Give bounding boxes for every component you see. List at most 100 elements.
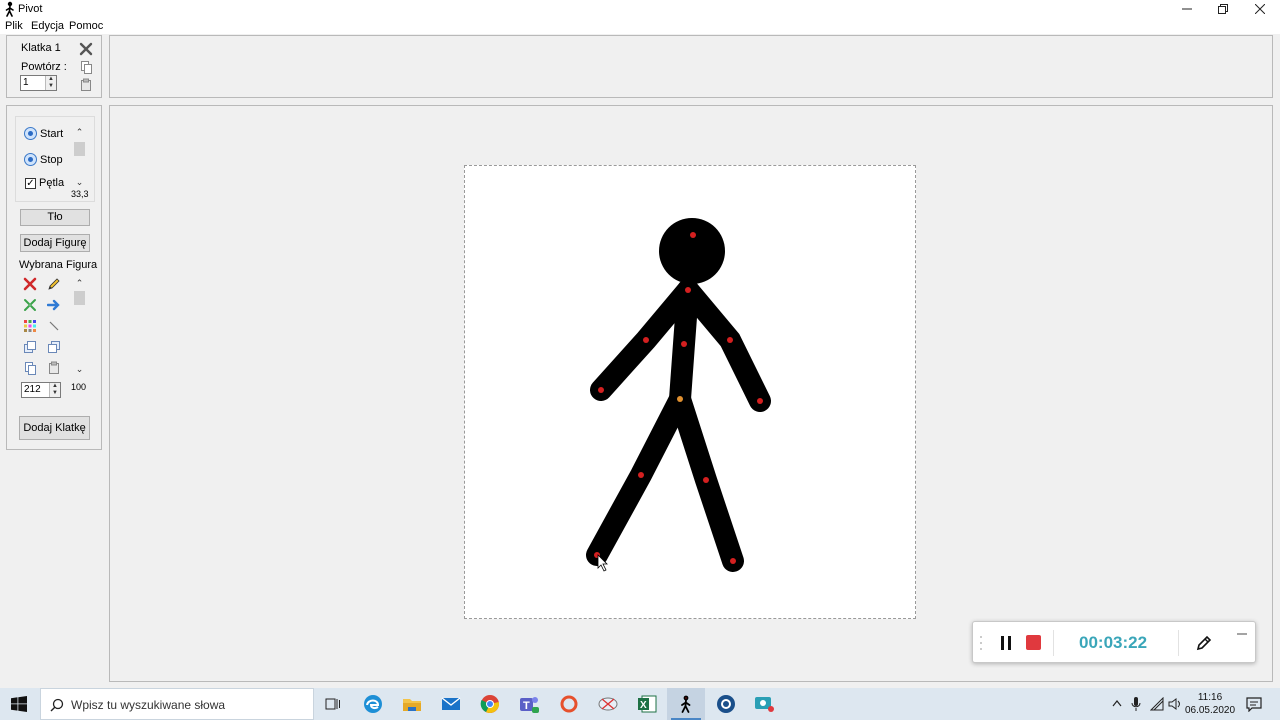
taskbar-file-explorer[interactable] <box>393 688 431 720</box>
joint-handle[interactable] <box>638 472 644 478</box>
origin-handle[interactable] <box>677 396 683 402</box>
system-clock[interactable]: 11:16 06.05.2020 <box>1183 691 1237 717</box>
line-tool-icon[interactable] <box>47 319 61 333</box>
add-frame-button[interactable]: Dodaj Klatkę <box>19 416 90 440</box>
mail-icon <box>441 697 461 710</box>
joint-handle[interactable] <box>757 398 763 404</box>
frame-label: Klatka 1 <box>21 42 61 54</box>
joint-handle[interactable] <box>598 387 604 393</box>
notifications-icon[interactable] <box>1246 696 1262 712</box>
snipping-tool-icon <box>598 697 618 711</box>
taskbar-camera[interactable] <box>707 688 745 720</box>
close-icon <box>1255 4 1265 14</box>
minimize-recorder-icon[interactable] <box>1237 631 1247 637</box>
taskbar-excel[interactable]: X <box>628 688 666 720</box>
taskbar-mail[interactable] <box>432 688 470 720</box>
loop-label[interactable]: Pętla <box>39 177 64 189</box>
repeat-label: Powtórz : <box>21 61 67 73</box>
taskbar-teams[interactable]: T <box>510 688 548 720</box>
repeat-stepper[interactable]: 1 ▲ ▼ <box>20 75 57 91</box>
microphone-icon[interactable] <box>1131 696 1141 712</box>
search-placeholder: Wpisz tu wyszukiwane słowa <box>71 698 226 712</box>
taskbar-search[interactable]: Wpisz tu wyszukiwane słowa <box>40 688 314 720</box>
menu-plik[interactable]: Plik <box>5 20 23 32</box>
drag-handle-icon[interactable] <box>979 634 983 652</box>
svg-text:X: X <box>640 700 647 711</box>
joint-handle[interactable] <box>727 337 733 343</box>
paste-figure-icon[interactable] <box>47 361 61 375</box>
title-bar: Pivot <box>0 0 1280 18</box>
start-label[interactable]: Start <box>40 128 63 140</box>
figure-alpha-slider[interactable]: ⌃ ⌄ <box>72 276 87 376</box>
flip-figure-icon[interactable] <box>23 298 37 312</box>
send-backward-icon[interactable] <box>47 340 61 354</box>
figure-size-stepper-arrows[interactable]: ▲ ▼ <box>49 383 60 397</box>
minimize-button[interactable] <box>1169 0 1205 18</box>
network-icon[interactable] <box>1150 697 1164 711</box>
window-title: Pivot <box>18 3 43 15</box>
task-view-button[interactable] <box>314 688 352 720</box>
taskbar-edge[interactable] <box>354 688 392 720</box>
start-button[interactable] <box>0 688 38 720</box>
stop-record-icon[interactable] <box>1026 635 1041 650</box>
taskbar-pivot[interactable] <box>667 688 705 720</box>
color-figure-icon[interactable] <box>23 319 37 333</box>
joint-handle[interactable] <box>643 337 649 343</box>
background-button[interactable]: Tło <box>20 209 90 226</box>
copy-figure-icon[interactable] <box>23 361 37 375</box>
start-radio[interactable] <box>24 127 37 140</box>
loop-checkbox[interactable]: ✓ <box>25 178 36 189</box>
repeat-value: 1 <box>23 77 29 88</box>
delete-figure-icon[interactable] <box>23 277 37 291</box>
taskbar-office[interactable] <box>550 688 588 720</box>
paste-frame-icon[interactable] <box>79 78 93 92</box>
pen-annotate-icon[interactable] <box>1195 634 1213 652</box>
camera-icon <box>717 695 735 713</box>
speed-slider[interactable]: ⌃ ⌄ <box>72 125 87 187</box>
stick-figure[interactable] <box>465 166 917 620</box>
search-icon <box>50 698 64 712</box>
joint-handle[interactable] <box>685 287 691 293</box>
chevron-down-icon[interactable]: ⌄ <box>72 175 87 189</box>
repeat-stepper-arrows[interactable]: ▲ ▼ <box>45 76 56 90</box>
joint-handle[interactable] <box>690 232 696 238</box>
taskbar-chrome[interactable] <box>471 688 509 720</box>
minimize-icon <box>1182 8 1192 10</box>
figure-alpha-thumb[interactable] <box>74 291 85 305</box>
teams-icon: T <box>520 697 539 713</box>
chevron-up-icon[interactable]: ⌃ <box>72 125 87 139</box>
animation-stage[interactable] <box>464 165 916 619</box>
chevron-down-icon[interactable]: ⌄ <box>72 362 87 376</box>
joint-handle[interactable] <box>703 477 709 483</box>
stop-label[interactable]: Stop <box>40 154 63 166</box>
pause-icon[interactable] <box>1000 636 1012 650</box>
close-window-button[interactable] <box>1242 0 1278 18</box>
menu-pomoc[interactable]: Pomoc <box>69 20 103 32</box>
figure-size-stepper[interactable]: 212 ▲ ▼ <box>21 382 61 398</box>
joint-handle[interactable] <box>730 558 736 564</box>
screen-recorder-icon <box>755 697 774 712</box>
figure-size-value: 212 <box>24 384 41 395</box>
menu-bar: Plik Edycja Pomoc <box>0 18 1280 34</box>
volume-icon[interactable] <box>1168 697 1182 711</box>
menu-edycja[interactable]: Edycja <box>31 20 64 32</box>
taskbar-recorder[interactable] <box>745 688 783 720</box>
chevron-up-icon[interactable]: ⌃ <box>72 276 87 290</box>
speed-slider-thumb[interactable] <box>74 142 85 156</box>
recording-timer: 00:03:22 <box>1079 633 1148 652</box>
pencil-icon[interactable] <box>47 277 61 291</box>
restore-button[interactable] <box>1205 0 1241 18</box>
joint-handle[interactable] <box>681 341 687 347</box>
delete-frame-icon[interactable] <box>79 42 93 56</box>
stop-radio[interactable] <box>24 153 37 166</box>
add-figure-button[interactable]: Dodaj Figurę <box>20 234 90 252</box>
bring-forward-icon[interactable] <box>23 340 37 354</box>
figure-head[interactable] <box>659 218 725 284</box>
chevron-up-icon[interactable] <box>1112 699 1122 707</box>
frames-timeline[interactable] <box>109 35 1273 98</box>
copy-frame-icon[interactable] <box>79 60 93 74</box>
arrow-right-icon[interactable] <box>47 298 61 312</box>
taskbar-snipping[interactable] <box>589 688 627 720</box>
task-view-icon <box>325 698 340 710</box>
selected-figure-label: Wybrana Figura <box>19 259 98 271</box>
